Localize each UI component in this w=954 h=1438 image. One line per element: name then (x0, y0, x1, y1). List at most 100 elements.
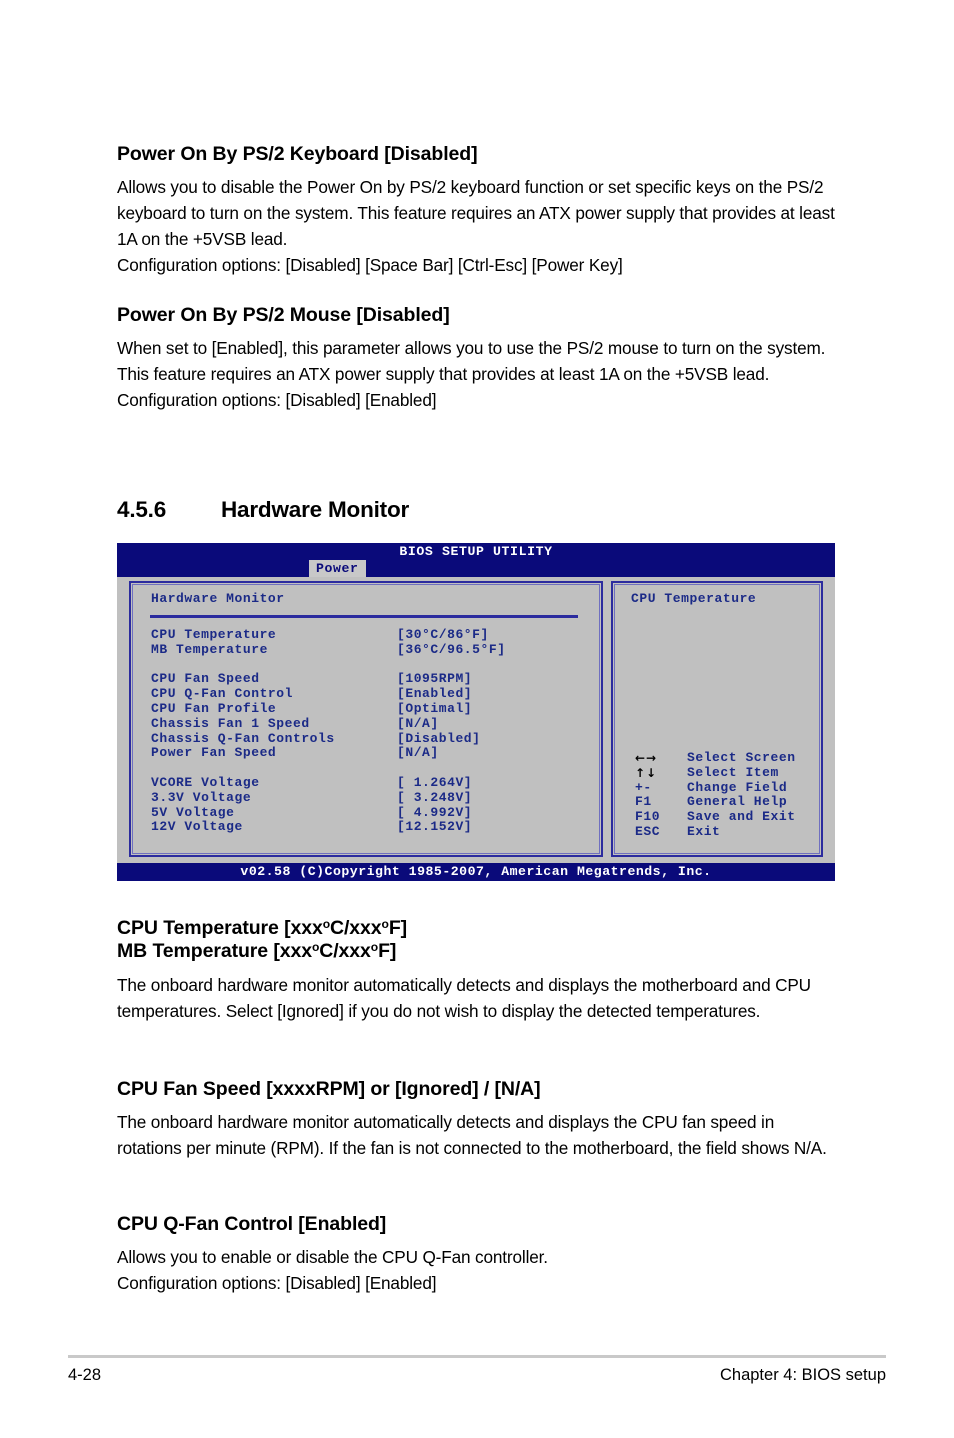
setting-value[interactable]: [ 4.992V] (397, 805, 472, 821)
setting-value[interactable]: [N/A] (397, 746, 439, 761)
setting-label: CPU Q-Fan Control (151, 686, 293, 702)
setting-value[interactable]: [12.152V] (397, 820, 472, 835)
esc-key: ESC (635, 823, 661, 839)
section-heading-mb-temperature: MB Temperature [xxxoC/xxxoF] (117, 940, 839, 962)
setting-label: CPU Fan Speed (151, 671, 260, 687)
setting-row[interactable]: VCORE Voltage [ 1.264V] (151, 774, 581, 791)
section-body: The onboard hardware monitor automatical… (117, 1112, 827, 1159)
help-title: CPU Temperature (631, 591, 757, 606)
setting-value[interactable]: [1095RPM] (397, 672, 472, 687)
setting-label: CPU Fan Profile (151, 700, 277, 716)
legend-row: ESC Exit (635, 823, 796, 840)
footer-page-number: 4-28 (68, 1366, 102, 1384)
setting-value[interactable]: [30°C/86°F] (397, 627, 489, 643)
setting-label: 12V Voltage (151, 819, 243, 835)
setting-value[interactable]: [Enabled] (397, 686, 472, 702)
section-body: Allows you to disable the Power On by PS… (117, 177, 835, 276)
setting-label: 3.3V Voltage (151, 789, 252, 805)
heading-text: C/xxx (330, 917, 382, 939)
setting-value[interactable]: [Disabled] (397, 731, 481, 747)
setting-row[interactable]: CPU Temperature [30°C/86°F] (151, 627, 581, 643)
bios-setup-utility-window: BIOS SETUP UTILITY Power Hardware Monito… (117, 543, 835, 881)
footer-chapter: Chapter 4: BIOS setup (719, 1366, 886, 1384)
section-body: Allows you to enable or disable the CPU … (117, 1247, 548, 1294)
bios-body: Hardware Monitor CPU Temperature [30°C/86… (117, 577, 835, 863)
tab-power[interactable]: Power (309, 560, 366, 577)
up-down-arrow-icon: ↑↓ (635, 765, 658, 780)
legend-label: Select Screen (687, 750, 796, 765)
degree-icon: o (322, 917, 330, 932)
setting-label: MB Temperature (151, 641, 268, 657)
key-legend: ←→ Select Screen ↑↓ Select Item +- Change Fie… (635, 750, 796, 840)
legend-row: +- Change Field (635, 779, 796, 796)
section-power-on-ps2-keyboard: Power On By PS/2 Keyboard [Disabled] All… (117, 143, 839, 278)
setting-row[interactable]: 3.3V Voltage [ 3.248V] (151, 789, 581, 806)
heading-text: F] (378, 940, 397, 963)
section-cpu-mb-temperature: CPU Temperature [xxxoC/xxxoF] MB Tempera… (117, 917, 839, 1024)
setting-row[interactable]: Chassis Fan 1 Speed [N/A] (151, 715, 581, 732)
bios-title-bar: BIOS SETUP UTILITY (117, 543, 835, 560)
setting-row[interactable]: CPU Fan Profile [Optimal] (151, 700, 581, 717)
settings-list: CPU Temperature [30°C/86°F] MB Temperature… (151, 627, 581, 835)
setting-row[interactable]: CPU Q-Fan Control [Enabled] (151, 686, 581, 702)
section-body: When set to [Enabled], this parameter al… (117, 338, 826, 411)
section-heading-cpu-temperature: CPU Temperature [xxxoC/xxxoF] (117, 917, 839, 939)
help-panel: CPU Temperature ←→ Select Screen ↑↓ Select … (611, 581, 823, 857)
legend-label: Change Field (687, 779, 788, 795)
panel-divider (150, 615, 578, 618)
setting-label: Power Fan Speed (151, 745, 277, 761)
panel-title: Hardware Monitor (151, 591, 285, 606)
bios-copyright-bar: v02.58 (C)Copyright 1985-2007, American … (117, 863, 835, 881)
degree-icon: o (381, 917, 389, 932)
section-title: Hardware Monitor (221, 497, 410, 522)
section-heading: Power On By PS/2 Mouse [Disabled] (117, 304, 450, 326)
section-heading: Power On By PS/2 Keyboard [Disabled] (117, 143, 478, 165)
section-cpu-qfan-control: CPU Q-Fan Control [Enabled] Allows you t… (117, 1213, 839, 1296)
setting-label: 5V Voltage (151, 804, 235, 820)
section-cpu-fan-speed: CPU Fan Speed [xxxxRPM] or [Ignored] / [… (117, 1078, 839, 1161)
setting-value[interactable]: [Optimal] (397, 701, 472, 717)
legend-row: F10 Save and Exit (635, 809, 796, 825)
f1-key: F1 (635, 794, 652, 810)
setting-label: VCORE Voltage (151, 774, 260, 790)
legend-label: General Help (687, 794, 788, 810)
setting-value[interactable]: [ 1.264V] (397, 775, 472, 791)
setting-value[interactable]: [36°C/96.5°F] (397, 642, 506, 658)
heading-text: MB Temperature [xxx (117, 940, 312, 963)
f10-key: F10 (635, 809, 661, 825)
heading-text: CPU Temperature [xxx (117, 917, 323, 939)
setting-row[interactable]: 12V Voltage [12.152V] (151, 820, 581, 835)
footer-divider (68, 1355, 886, 1358)
setting-row[interactable]: CPU Fan Speed [1095RPM] (151, 672, 581, 687)
setting-row[interactable]: MB Temperature [36°C/96.5°F] (151, 641, 581, 658)
setting-value[interactable]: [N/A] (397, 716, 439, 732)
legend-label: Save and Exit (687, 809, 796, 825)
settings-spacer (151, 761, 581, 776)
setting-row[interactable]: Power Fan Speed [N/A] (151, 746, 581, 761)
plus-minus-key: +- (635, 779, 652, 795)
heading-text: F] (388, 917, 408, 939)
section-number: 4.5.6 (117, 497, 167, 522)
manual-page: Power On By PS/2 Keyboard [Disabled] All… (0, 0, 954, 1438)
bios-tab-bar: Power (117, 560, 835, 577)
setting-label: Chassis Q-Fan Controls (151, 730, 335, 746)
degree-icon: o (370, 940, 379, 955)
settings-spacer (151, 658, 581, 673)
legend-row: F1 General Help (635, 795, 796, 810)
section-power-on-ps2-mouse: Power On By PS/2 Mouse [Disabled] When s… (117, 304, 839, 413)
setting-row[interactable]: 5V Voltage [ 4.992V] (151, 804, 581, 821)
section-heading: CPU Fan Speed [xxxxRPM] or [Ignored] / [… (117, 1078, 541, 1100)
section-body: The onboard hardware monitor automatical… (117, 974, 811, 1021)
legend-label: Exit (687, 823, 721, 839)
left-right-arrow-icon: ←→ (635, 751, 658, 765)
legend-label: Select Item (687, 764, 779, 780)
legend-row: ↑↓ Select Item (635, 764, 796, 781)
hardware-monitor-panel: Hardware Monitor CPU Temperature [30°C/86… (129, 581, 603, 857)
heading-text: C/xxx (319, 940, 371, 963)
page-title: 4.5.6 Hardware Monitor (117, 497, 409, 523)
setting-label: Chassis Fan 1 Speed (151, 715, 310, 731)
section-heading: CPU Q-Fan Control [Enabled] (117, 1213, 387, 1235)
legend-row: ←→ Select Screen (635, 750, 796, 766)
setting-value[interactable]: [ 3.248V] (397, 790, 472, 806)
setting-row[interactable]: Chassis Q-Fan Controls [Disabled] (151, 730, 581, 747)
